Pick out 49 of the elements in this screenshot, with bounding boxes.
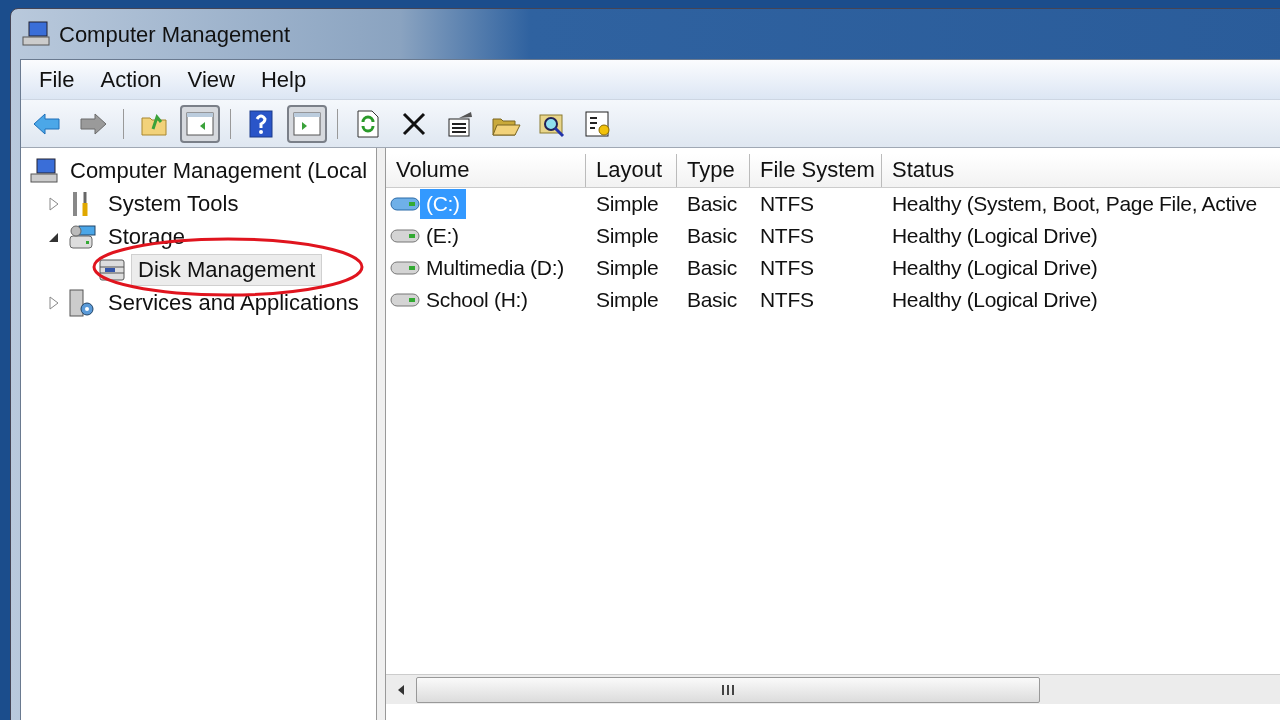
menu-item[interactable]: File [29, 63, 85, 96]
table-cell-text: Healthy (Logical Drive) [892, 287, 1098, 313]
collapsed-arrow-icon[interactable] [48, 196, 60, 211]
table-cell-text: Healthy (System, Boot, Page File, Active [892, 191, 1257, 217]
table-cell-text: Simple [596, 255, 659, 281]
tree-item[interactable]: Services and Applications [101, 286, 366, 319]
table-cell-text: Basic [687, 255, 737, 281]
settings-icon [583, 108, 613, 139]
column-header[interactable]: Layout [586, 154, 677, 187]
window-title: Computer Management [59, 20, 291, 49]
table-cell-text: Basic [687, 287, 737, 313]
table-cell: (C:) [420, 189, 466, 219]
menu-item[interactable]: Action [90, 63, 172, 96]
table-cell-text: NTFS [760, 287, 814, 313]
table-row[interactable]: (C:) Simple Basic NTFS Healthy (System, Boot, Page File, Active [386, 188, 1280, 220]
menu-item[interactable]: Help [250, 63, 317, 96]
computer-icon [21, 19, 51, 49]
scrollbar-thumb[interactable] [416, 676, 1040, 703]
column-header[interactable]: File System [750, 154, 882, 187]
column-header[interactable]: Type [677, 154, 750, 187]
table-cell-text: School (H:) [425, 287, 529, 313]
tree-item[interactable]: System Tools [101, 187, 246, 220]
tree-item[interactable]: Disk Management [131, 253, 323, 286]
help-icon [246, 108, 276, 139]
table-row[interactable]: (E:) Simple Basic NTFS Healthy (Logical Drive) [386, 220, 1280, 252]
column-header[interactable]: Volume [386, 154, 586, 187]
table-cell-text: Simple [596, 191, 659, 217]
table-cell-text: Basic [687, 191, 737, 217]
table-cell-text: Simple [596, 287, 659, 313]
table-row[interactable]: Multimedia (D:) Simple Basic NTFS Healthy (Logical Drive) [386, 252, 1280, 284]
computer-icon [29, 155, 59, 186]
menu-item[interactable]: View [177, 63, 245, 96]
table-cell-text: NTFS [760, 255, 814, 281]
horizontal-scrollbar[interactable] [386, 674, 1280, 704]
table-cell-text: Basic [687, 223, 737, 249]
table-cell-text: NTFS [760, 191, 814, 217]
column-header[interactable]: Status [882, 154, 1280, 187]
table-cell-text: Multimedia (D:) [425, 255, 565, 281]
table-row[interactable]: School (H:) Simple Basic NTFS Healthy (Logical Drive) [386, 284, 1280, 316]
table-cell-text: (E:) [425, 223, 460, 249]
grip-icon [721, 683, 735, 696]
table-cell-text: Healthy (Logical Drive) [892, 255, 1098, 281]
scroll-left-arrow-icon[interactable] [396, 683, 406, 696]
table-cell-text: Healthy (Logical Drive) [892, 223, 1098, 249]
table-cell-text: Simple [596, 223, 659, 249]
collapsed-arrow-icon[interactable] [48, 295, 60, 310]
server-gear-icon [67, 287, 97, 318]
table-cell-text: NTFS [760, 223, 814, 249]
tree-item[interactable]: Computer Management (Local [63, 154, 375, 187]
